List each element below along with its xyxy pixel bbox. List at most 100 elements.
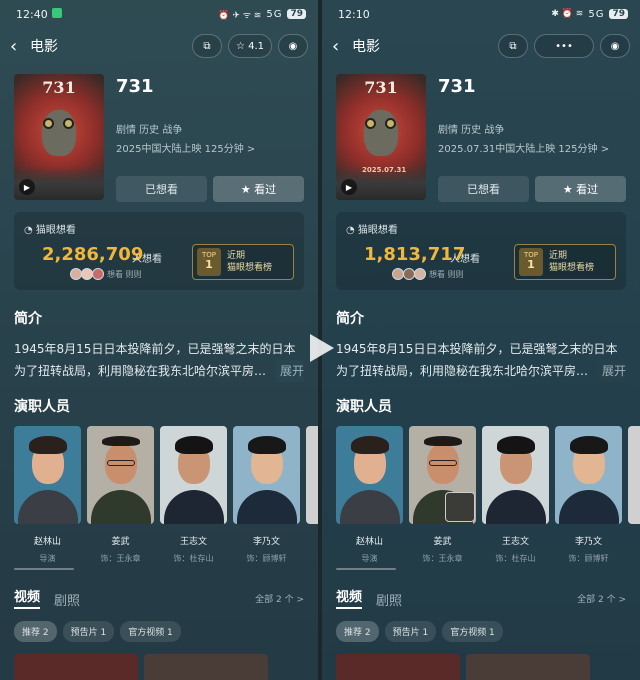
video-thumb[interactable] [336,654,460,680]
movie-header: 731 2025.07.31 ▶ 731 剧情 历史 战争 2025.07.31… [322,64,640,204]
rank-badge[interactable]: TOP 1 近期 猫眼想看榜 [514,244,616,280]
chip-official[interactable]: 官方视频 1 [442,621,503,642]
signal-label: 5G [266,8,283,20]
top-box: TOP 1 [519,248,543,276]
cast-item[interactable]: 姜武 饰：王永章 [87,534,154,564]
cast-names: 赵林山 导演 姜武 饰：王永章 王志文 饰：杜存山 李乃文 饰：顾博轩 [14,534,318,564]
movie-genre: 剧情 历史 战争 [116,125,183,136]
want-button[interactable]: 已想看 [438,176,529,202]
mask-eye [63,118,74,129]
cast-item[interactable]: 王志文 饰：杜存山 [160,534,227,564]
expand-link[interactable]: 展开 [275,360,304,382]
comparison-play-icon[interactable] [302,330,338,366]
cast-photo[interactable] [87,426,154,524]
cast-list[interactable] [336,426,640,526]
hair [424,436,462,446]
want-button[interactable]: 已想看 [116,176,207,202]
cast-photo[interactable] [482,426,549,524]
cast-item[interactable]: 李乃文 饰：顾博轩 [233,534,300,564]
cast-name: 赵林山 [33,537,61,547]
cast-photo[interactable] [233,426,300,524]
rank-label: 近期 [549,251,568,261]
rank-label: 近期 [227,251,246,261]
view-all-link[interactable]: 全部 2 个 > [577,592,626,605]
back-icon[interactable]: ‹ [332,36,348,57]
cast-item[interactable]: 王志文 饰：杜存山 [482,534,549,564]
torso [237,490,297,524]
cast-photo[interactable] [160,426,227,524]
torso [559,490,619,524]
play-triangle [310,334,334,362]
share-icon[interactable]: ⧉ [498,34,528,58]
tab-stills[interactable]: 剧照 [54,590,80,609]
video-thumbs [336,654,626,680]
cast-role: 饰：王永章 [422,554,463,563]
movie-poster[interactable]: 731 2025.07.31 ▶ [336,74,426,200]
cast-photo[interactable] [306,426,318,524]
cast-item[interactable]: 赵林山 导演 [14,534,81,564]
overlay-thumbnail[interactable] [445,492,475,522]
cast-name: 姜武 [433,537,452,547]
cast-list[interactable] [14,426,318,526]
torso [340,490,400,524]
cast-photo[interactable] [336,426,403,524]
torso [164,490,224,524]
video-thumb[interactable] [14,654,138,680]
cast-photo[interactable] [409,426,476,524]
chip-official[interactable]: 官方视频 1 [120,621,181,642]
rating-button[interactable]: ☆ 4.1 [227,34,272,58]
intro-text: 1945年8月15日日本投降前夕，已是强弩之末的日本为了扭转战局，利用隐秘在我东… [336,342,618,378]
movie-poster[interactable]: 731 ▶ [14,74,104,200]
poster-title: 731 [364,78,398,97]
chip-trailer[interactable]: 预告片 1 [384,621,437,642]
chip-trailer[interactable]: 预告片 1 [62,621,115,642]
cast-item[interactable]: 赵林山 导演 [336,534,403,564]
cast-item[interactable]: 李乃文 饰：顾博轩 [555,534,622,564]
cast-name: 王志文 [501,537,529,547]
want-unit: 人想看 [450,254,480,265]
more-icon[interactable]: ••• [534,34,594,58]
play-icon[interactable]: ▶ [341,179,357,195]
intro-text-box[interactable]: 1945年8月15日日本投降前夕，已是强弩之末的日本为了扭转战局，利用隐秘在我东… [336,338,626,382]
hair [570,436,608,454]
tab-stills[interactable]: 剧照 [376,590,402,609]
eye-icon: ◔ [346,225,358,236]
rank-badge[interactable]: TOP 1 近期猫眼想看榜 [192,244,294,280]
movie-genre: 剧情 历史 战争 [438,125,505,136]
tab-video[interactable]: 视频 [14,586,41,609]
chip-recommend[interactable]: 推荐 2 [14,621,57,642]
cast-name: 姜武 [111,537,130,547]
rank-text: 猫眼想看榜 [227,263,273,273]
tab-video[interactable]: 视频 [336,586,363,609]
video-thumb[interactable] [466,654,590,680]
want-panel-title: 猫眼想看 [35,225,76,236]
cast-item[interactable]: 姜武饰：王永章 [409,534,476,564]
want-panel-head: ◔ 猫眼想看 [346,221,398,236]
view-all-link[interactable]: 全部 2 个 > [255,592,304,605]
signal-label: 5G [588,8,605,20]
expand-link[interactable]: 展开 [597,360,626,382]
chip-recommend[interactable]: 推荐 2 [336,621,379,642]
cast-photo[interactable] [555,426,622,524]
back-icon[interactable]: ‹ [10,36,26,57]
cast-photo[interactable] [628,426,640,524]
want-panel-title: 猫眼想看 [357,225,398,236]
torso [91,490,151,524]
seen-button[interactable]: ★ 看过 [213,176,304,202]
share-icon[interactable]: ⧉ [191,34,222,58]
movie-release[interactable]: 2025.07.31中国大陆上映 125分钟 > [438,140,626,155]
record-icon[interactable]: ◉ [600,34,630,58]
seen-button[interactable]: ★ 看过 [535,176,626,202]
intro-text-box[interactable]: 1945年8月15日日本投降前夕，已是强弩之末的日本为了扭转战局，利用隐秘在我东… [14,338,304,382]
movie-release[interactable]: 2025中国大陆上映 125分钟 > [116,140,304,155]
play-icon[interactable]: ▶ [19,179,35,195]
cast-scrollbar[interactable] [14,568,74,570]
cast-scrollbar[interactable] [336,568,396,570]
mask-eye [385,118,396,129]
cast-photo[interactable] [14,426,81,524]
top-box: TOP 1 [197,248,221,276]
star-icon: ★ [562,182,577,196]
record-icon[interactable]: ◉ [278,34,308,58]
video-thumb[interactable] [144,654,268,680]
intro-title: 简介 [336,311,364,327]
